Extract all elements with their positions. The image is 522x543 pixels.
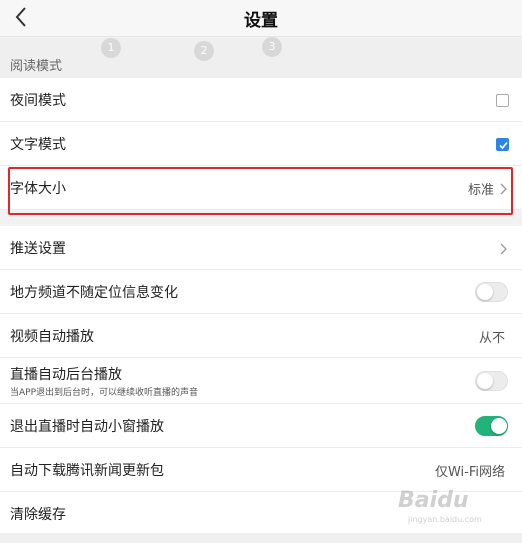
chevron-right-icon bbox=[499, 241, 509, 255]
local-channel-label: 地方频道不随定位信息变化 bbox=[10, 285, 178, 301]
local-channel-toggle[interactable] bbox=[475, 282, 508, 302]
video-autoplay-value: 从不 bbox=[478, 331, 505, 346]
bottom-spacer bbox=[0, 533, 522, 543]
row-font-size[interactable]: 字体大小 标准 bbox=[0, 166, 522, 210]
toggle-knob bbox=[477, 373, 493, 389]
font-size-value: 标准 bbox=[467, 183, 494, 198]
checkmark-icon bbox=[499, 141, 508, 150]
row-night-mode[interactable]: 夜间模式 bbox=[0, 78, 522, 122]
step-marker-2: 2 bbox=[194, 41, 214, 61]
step-marker-1: 1 bbox=[101, 38, 121, 58]
live-background-toggle[interactable] bbox=[475, 371, 508, 391]
night-mode-checkbox[interactable] bbox=[496, 94, 509, 107]
page-title: 设置 bbox=[244, 11, 278, 31]
baidu-watermark-url: jingyan.baidu.com bbox=[408, 515, 482, 524]
clear-cache-label: 清除缓存 bbox=[10, 507, 66, 523]
section-header-reading-mode: 阅读模式 bbox=[0, 38, 522, 78]
row-live-miniwindow[interactable]: 退出直播时自动小窗播放 bbox=[0, 404, 522, 448]
section-label: 阅读模式 bbox=[10, 59, 63, 74]
auto-download-value: 仅Wi-Fi网络 bbox=[434, 465, 505, 480]
font-size-label: 字体大小 bbox=[10, 181, 66, 197]
row-video-autoplay[interactable]: 视频自动播放 从不 bbox=[0, 314, 522, 358]
live-background-label: 直播自动后台播放 bbox=[10, 367, 122, 383]
row-auto-download[interactable]: 自动下载腾讯新闻更新包 仅Wi-Fi网络 bbox=[0, 448, 522, 492]
row-live-background[interactable]: 直播自动后台播放 当APP退出到后台时，可以继续收听直播的声音 bbox=[0, 358, 522, 404]
live-miniwindow-label: 退出直播时自动小窗播放 bbox=[10, 419, 164, 435]
video-autoplay-label: 视频自动播放 bbox=[10, 329, 94, 345]
navigation-bar: 设置 bbox=[0, 0, 522, 37]
row-text-mode[interactable]: 文字模式 bbox=[0, 122, 522, 166]
push-settings-label: 推送设置 bbox=[10, 241, 66, 257]
auto-download-label: 自动下载腾讯新闻更新包 bbox=[10, 463, 164, 479]
chevron-right-icon bbox=[499, 181, 509, 195]
live-background-sublabel: 当APP退出到后台时，可以继续收听直播的声音 bbox=[10, 388, 199, 398]
night-mode-label: 夜间模式 bbox=[10, 93, 66, 109]
toggle-knob bbox=[477, 284, 493, 300]
step-marker-3: 3 bbox=[262, 37, 282, 57]
row-push-settings[interactable]: 推送设置 bbox=[0, 226, 522, 270]
row-local-channel[interactable]: 地方频道不随定位信息变化 bbox=[0, 270, 522, 314]
text-mode-checkbox[interactable] bbox=[496, 138, 509, 151]
text-mode-label: 文字模式 bbox=[10, 137, 66, 153]
live-miniwindow-toggle[interactable] bbox=[475, 416, 508, 436]
toggle-knob bbox=[491, 418, 507, 434]
